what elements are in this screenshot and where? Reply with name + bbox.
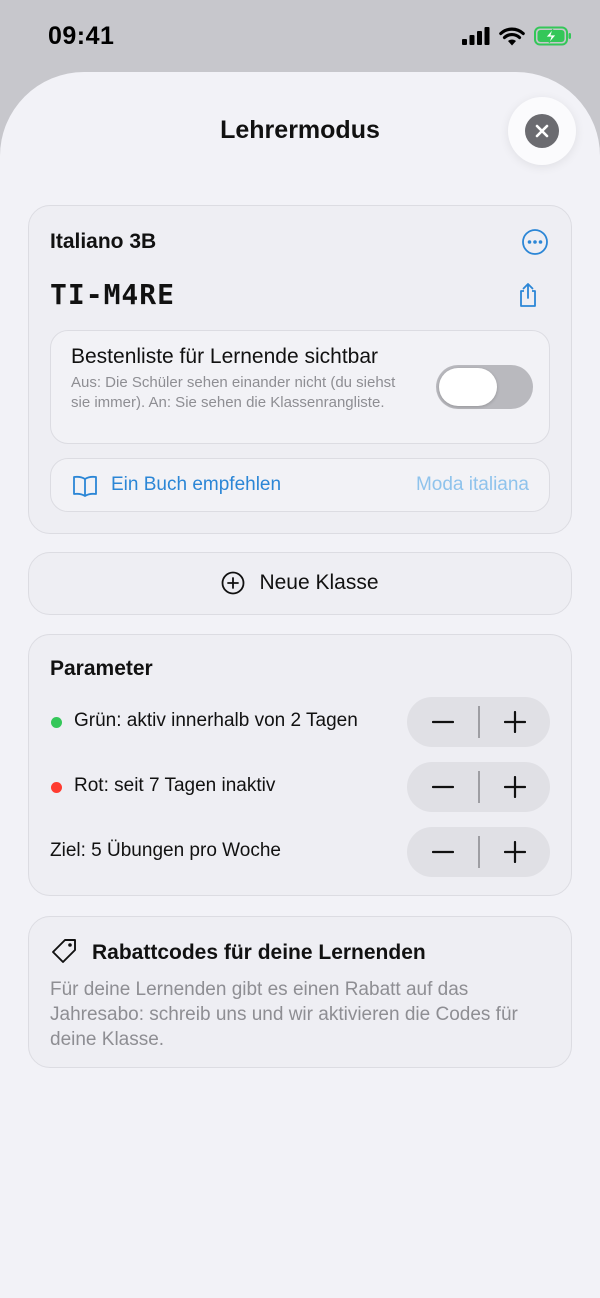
discount-description: Für deine Lernenden gibt es einen Rabatt… [50, 979, 518, 1050]
param-label-green: Grün: aktiv innerhalb von 2 Tagen [74, 710, 358, 731]
leaderboard-title: Bestenliste für Lernende sichtbar [71, 345, 379, 368]
class-card: Italiano 3B TI-M4RE Bestenliste für Lern… [28, 205, 572, 534]
increment-button[interactable] [479, 762, 550, 812]
param-label-red: Rot: seit 7 Tagen inaktiv [74, 775, 276, 796]
new-class-button[interactable]: Neue Klasse [28, 552, 572, 615]
parameters-title: Parameter [50, 657, 153, 680]
minus-icon [431, 850, 454, 854]
tag-icon [52, 939, 76, 963]
wifi-icon [499, 27, 525, 45]
new-class-label: Neue Klasse [259, 571, 379, 594]
book-icon [73, 475, 97, 497]
discount-title: Rabattcodes für deine Lernenden [92, 941, 426, 964]
discount-codes-card: Rabattcodes für deine Lernenden Für dein… [28, 916, 572, 1068]
green-status-dot [51, 717, 62, 728]
recommend-book-button[interactable]: Ein Buch empfehlen Moda italiana [50, 458, 550, 512]
class-name: Italiano 3B [50, 230, 157, 253]
increment-button[interactable] [479, 827, 550, 877]
decrement-button[interactable] [407, 827, 478, 877]
red-days-stepper [407, 762, 550, 812]
param-label-goal: Ziel: 5 Übungen pro Woche [50, 840, 281, 861]
toggle-knob [439, 368, 497, 406]
status-icons [462, 26, 572, 46]
leaderboard-visibility-row: Bestenliste für Lernende sichtbar Aus: D… [50, 330, 550, 444]
param-row-red: Rot: seit 7 Tagen inaktiv [50, 762, 550, 812]
param-row-green: Grün: aktiv innerhalb von 2 Tagen [50, 697, 550, 747]
plus-circle-icon [222, 571, 245, 595]
minus-icon [431, 785, 454, 789]
parameters-card: Parameter Grün: aktiv innerhalb von 2 Ta… [28, 634, 572, 896]
close-button[interactable] [508, 97, 576, 165]
minus-icon [431, 720, 454, 724]
decrement-button[interactable] [407, 762, 478, 812]
red-status-dot [51, 782, 62, 793]
leaderboard-description: Aus: Die Schüler sehen einander nicht (d… [71, 374, 396, 411]
weekly-goal-stepper [407, 827, 550, 877]
leaderboard-toggle[interactable] [436, 365, 533, 409]
increment-button[interactable] [479, 697, 550, 747]
status-time: 09:41 [48, 22, 115, 50]
plus-icon [503, 776, 526, 798]
class-code: TI-M4RE [50, 278, 176, 311]
more-options-icon[interactable] [521, 228, 549, 256]
plus-icon [503, 841, 526, 863]
recommended-book-title: Moda italiana [415, 474, 529, 495]
decrement-button[interactable] [407, 697, 478, 747]
close-icon [525, 114, 559, 148]
recommend-book-label: Ein Buch empfehlen [111, 474, 282, 495]
green-days-stepper [407, 697, 550, 747]
battery-charging-icon [534, 26, 571, 46]
plus-icon [503, 711, 526, 733]
cellular-signal-icon [462, 27, 490, 45]
share-icon[interactable] [517, 282, 539, 308]
status-bar: 09:41 [0, 0, 600, 74]
param-row-goal: Ziel: 5 Übungen pro Woche [50, 827, 550, 877]
